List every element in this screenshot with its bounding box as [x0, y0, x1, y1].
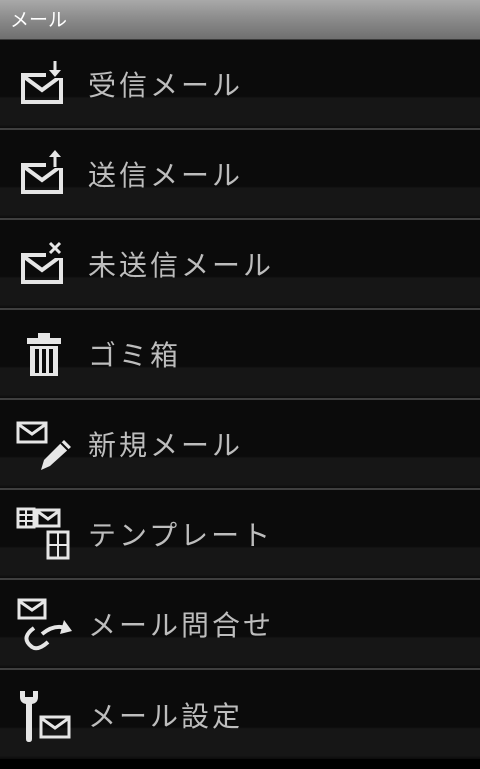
menu-item-inbox[interactable]: 受信メール — [0, 40, 480, 130]
unsent-mail-icon — [14, 234, 74, 294]
menu-item-label: メール問合せ — [88, 609, 275, 642]
mail-settings-icon — [14, 685, 74, 745]
menu-item-settings[interactable]: メール設定 — [0, 670, 480, 759]
menu-item-label: 新規メール — [88, 429, 244, 462]
menu-item-template[interactable]: テンプレート — [0, 490, 480, 580]
menu-item-label: メール設定 — [88, 699, 244, 733]
menu-item-label: 未送信メール — [88, 249, 275, 282]
menu-item-compose[interactable]: 新規メール — [0, 400, 480, 490]
compose-mail-icon — [14, 414, 74, 474]
template-icon — [14, 504, 74, 564]
menu-item-unsent[interactable]: 未送信メール — [0, 220, 480, 310]
menu-item-label: ゴミ箱 — [88, 339, 182, 372]
menu-item-trash[interactable]: ゴミ箱 — [0, 310, 480, 400]
trash-icon — [14, 324, 74, 384]
menu-item-label: 送信メール — [88, 159, 244, 192]
title-bar: メール — [0, 0, 480, 40]
menu-item-label: 受信メール — [88, 69, 244, 102]
menu-item-inquiry[interactable]: メール問合せ — [0, 580, 480, 670]
sent-mail-icon — [14, 144, 74, 204]
inbox-mail-icon — [14, 54, 74, 114]
mail-menu: 受信メール 送信メール 未送信メール ゴミ箱 新規メール テンプレート メール問… — [0, 40, 480, 759]
app-title: メール — [10, 9, 68, 31]
mail-inquiry-icon — [14, 594, 74, 654]
menu-item-sent[interactable]: 送信メール — [0, 130, 480, 220]
menu-item-label: テンプレート — [88, 519, 274, 552]
